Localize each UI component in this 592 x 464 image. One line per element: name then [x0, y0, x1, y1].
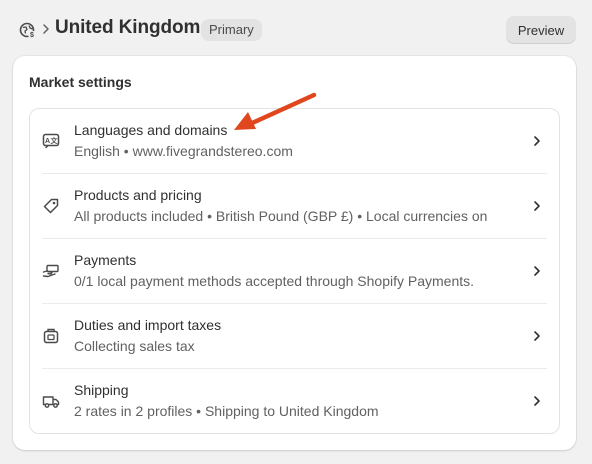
row-title: Shipping — [74, 382, 129, 398]
chevron-right-icon — [530, 328, 544, 344]
row-description: Collecting sales tax — [74, 338, 195, 354]
row-description: All products included • British Pound (G… — [74, 208, 488, 224]
settings-row-products-and-pricing[interactable]: Products and pricing All products includ… — [30, 174, 559, 239]
page-title: United Kingdom — [55, 17, 201, 38]
row-description: 2 rates in 2 profiles • Shipping to Unit… — [74, 403, 379, 419]
row-title: Payments — [74, 252, 137, 268]
settings-row-duties-and-import-taxes[interactable]: Duties and import taxes Collecting sales… — [30, 304, 559, 369]
settings-row-shipping[interactable]: Shipping 2 rates in 2 profiles • Shippin… — [30, 369, 559, 433]
row-title: Duties and import taxes — [74, 317, 222, 333]
translate-icon: A 文 — [42, 132, 60, 150]
row-title: Products and pricing — [74, 187, 202, 203]
svg-text:A: A — [45, 138, 50, 145]
settings-row-payments[interactable]: Payments 0/1 local payment methods accep… — [30, 239, 559, 304]
chevron-right-icon — [530, 263, 544, 279]
price-tag-icon — [42, 197, 60, 215]
hand-cash-icon — [42, 262, 60, 280]
preview-button[interactable]: Preview — [506, 16, 576, 44]
page-header: $ United Kingdom Primary Preview — [0, 0, 592, 58]
svg-text:文: 文 — [51, 136, 59, 145]
annotation-arrow-icon — [234, 92, 317, 130]
chevron-right-icon — [530, 393, 544, 409]
status-badge: Primary — [201, 19, 262, 41]
breadcrumb-chevron-icon — [40, 19, 52, 39]
globe-market-icon[interactable]: $ — [18, 21, 36, 39]
settings-list: A 文 Languages and domains English • www.… — [29, 108, 560, 434]
row-title: Languages and domains — [74, 122, 228, 138]
svg-text:$: $ — [30, 32, 34, 39]
row-description: 0/1 local payment methods accepted throu… — [74, 273, 475, 289]
card-title: Market settings — [29, 74, 132, 90]
tax-icon — [42, 327, 60, 345]
chevron-right-icon — [530, 133, 544, 149]
chevron-right-icon — [530, 198, 544, 214]
row-description: English • www.fivegrandstereo.com — [74, 143, 293, 159]
truck-icon — [42, 392, 60, 410]
